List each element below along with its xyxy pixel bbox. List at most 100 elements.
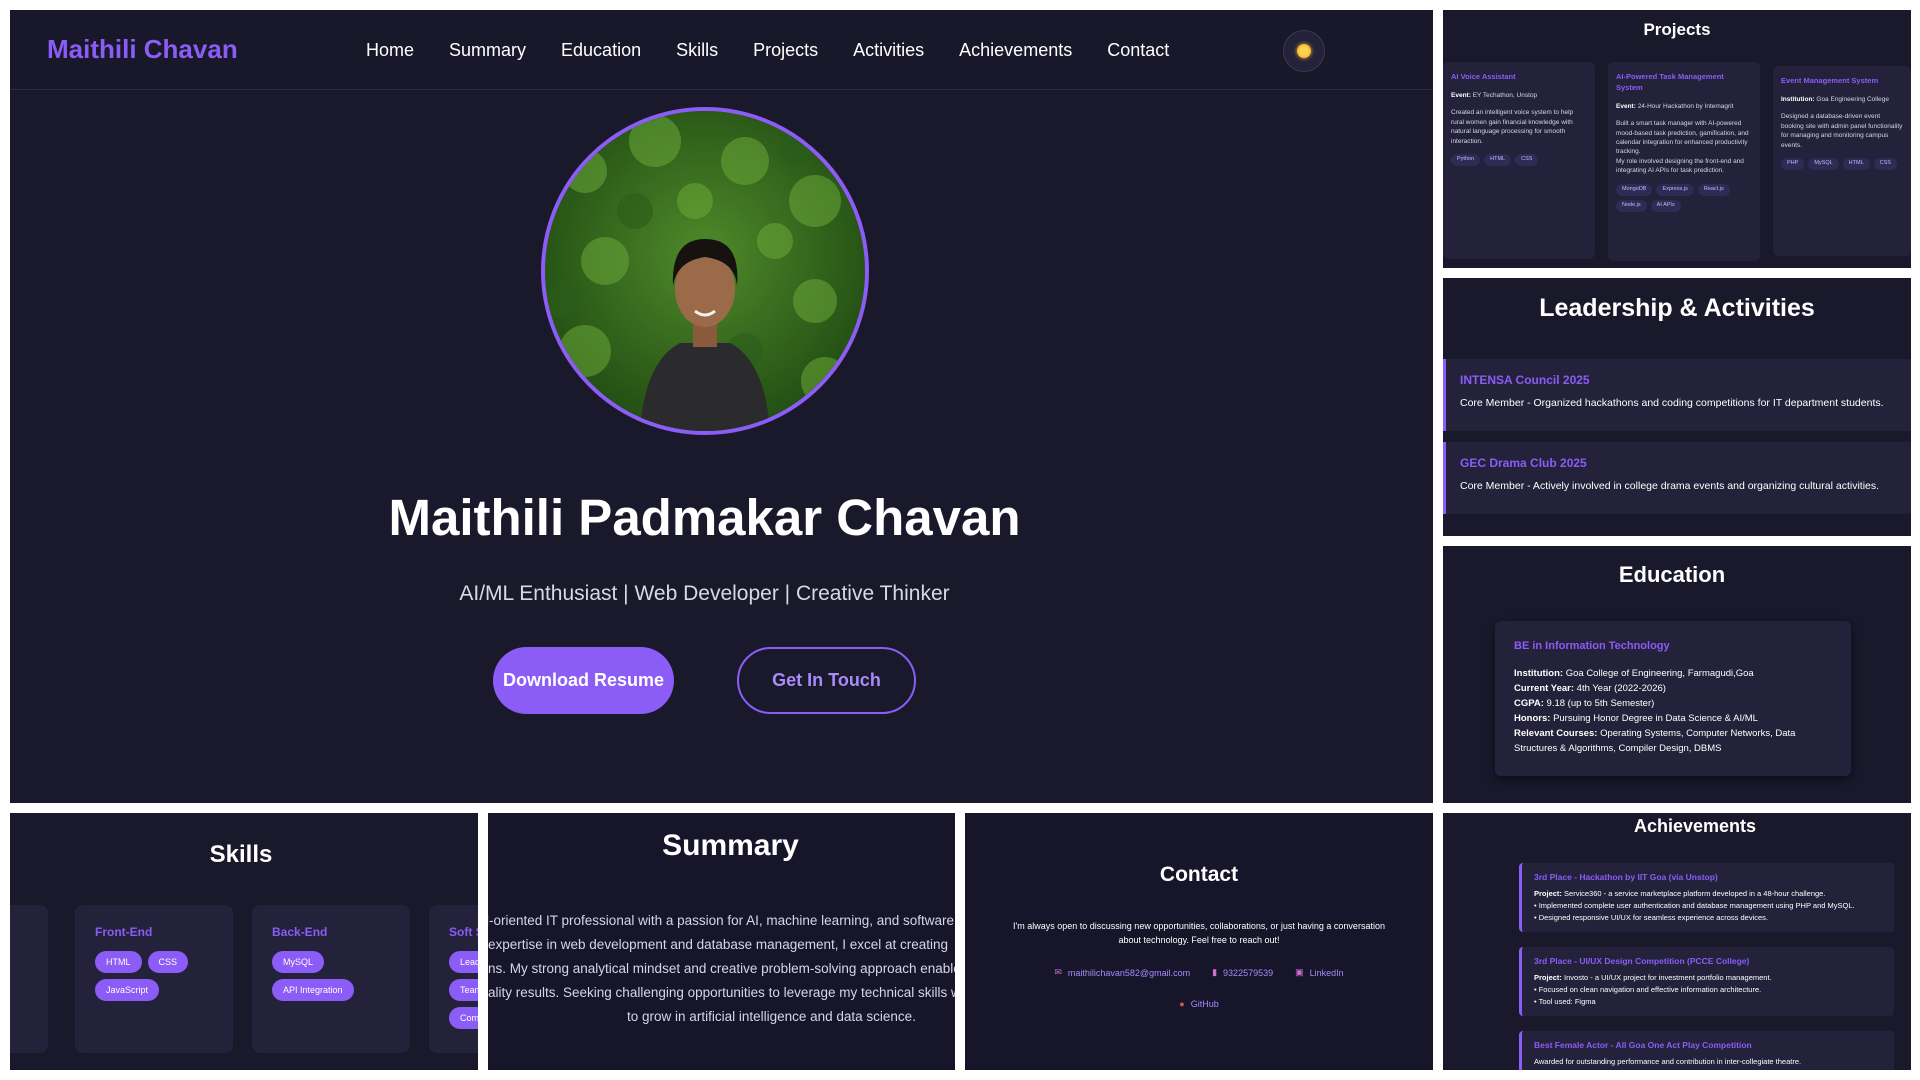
project-title: AI Voice Assistant [1451,72,1516,81]
skill-tags: MySQL API Integration [272,951,390,1001]
project-tags: Python HTML CSS [1451,153,1587,166]
achievements-title: Achievements [1633,816,1757,836]
education-row: Relevant Courses: Operating Systems, Com… [1514,728,1796,754]
achievement-title: Best Female Actor - All Goa One Act Play… [1534,1040,1752,1050]
education-row: Institution: Goa College of Engineering,… [1514,668,1754,679]
project-title: AI-Powered Task Management System [1616,72,1724,92]
education-row: CGPA: 9.18 (up to 5th Semester) [1514,698,1655,709]
leadership-panel: Leadership & Activities INTENSA Council … [1443,278,1911,536]
download-resume-button[interactable]: Download Resume [493,647,674,714]
skill-tag: Comm [449,1007,478,1029]
skill-tags: HTML CSS JavaScript [95,951,213,1001]
navbar: Maithili Chavan Home Summary Education S… [10,10,1433,90]
summary-panel: Summary l-oriented IT professional with … [488,813,955,1070]
achievements-panel: Achievements 3rd Place - Hackathon by II… [1443,813,1911,1070]
achievement-title: 3rd Place - UI/UX Design Competition (PC… [1534,956,1750,966]
skill-tag: HTML [95,951,142,973]
activity-card: INTENSA Council 2025 Core Member - Organ… [1443,359,1911,431]
degree-title: BE in Information Technology [1514,640,1670,652]
tag: Python [1451,153,1481,166]
nav-skills[interactable]: Skills [676,40,718,61]
project-desc: Created an intelligent voice system to h… [1451,109,1574,145]
education-row: Current Year: 4th Year (2022-2026) [1514,683,1666,694]
achievement-title: 3rd Place - Hackathon by IIT Goa (via Un… [1534,872,1718,882]
education-panel: Education BE in Information Technology I… [1443,546,1911,803]
activity-desc: Core Member - Actively involved in colle… [1460,480,1880,492]
achievement-desc: Awarded for outstanding performance and … [1534,1057,1802,1066]
skill-card-title: Soft S [449,925,478,939]
activity-title: INTENSA Council 2025 [1460,373,1590,387]
profile-photo [541,107,869,435]
nav-projects[interactable]: Projects [753,40,818,61]
tag: CSS [1873,157,1897,170]
project-event: Institution: Goa Engineering College [1781,95,1890,103]
activity-desc: Core Member - Organized hackathons and c… [1460,397,1884,409]
project-card[interactable]: Event Management System Institution: Goa… [1773,66,1911,256]
achievement-bullets: Implemented complete user authentication… [1534,900,1882,924]
nav-summary[interactable]: Summary [449,40,526,61]
nav-activities[interactable]: Activities [853,40,924,61]
nav-education[interactable]: Education [561,40,641,61]
email-link[interactable]: ✉ maithilichavan582@gmail.com [1054,967,1190,978]
achievement-card: 3rd Place - Hackathon by IIT Goa (via Un… [1519,863,1894,932]
education-row: Honors: Pursuing Honor Degree in Data Sc… [1514,713,1758,724]
skill-tag: Lead [449,951,478,973]
tag: MongoDB [1616,183,1653,196]
skill-card: Soft S Lead Team Comm [429,905,478,1053]
phone-link[interactable]: ▮ 9322579539 [1212,967,1273,978]
projects-panel: Projects AI Voice Assistant Event: EY Te… [1443,10,1911,268]
skill-tags: Lead Team Comm [449,951,478,1029]
hero-name: Maithili Padmakar Chavan [388,489,1021,546]
mail-icon: ✉ [1054,967,1062,977]
skill-tag: MySQL [272,951,325,973]
project-tags: MongoDB Express.js React.js Node.js AI A… [1616,183,1752,212]
tag: CSS [1515,153,1539,166]
phone-icon: ▮ [1212,967,1218,977]
project-title: Event Management System [1781,76,1879,85]
project-tags: PHP MySQL HTML CSS [1781,157,1903,170]
sun-icon [1297,44,1311,58]
nav-contact[interactable]: Contact [1107,40,1169,61]
skill-card [10,905,48,1053]
project-desc: Designed a database-driven event booking… [1781,113,1903,149]
achievement-project: Project: Invosto - a UI/UX project for i… [1534,973,1772,982]
projects-title: Projects [1643,20,1711,39]
project-card[interactable]: AI-Powered Task Management System Event:… [1608,62,1760,261]
project-event: Event: 24-Hour Hackathon by Intemagrit [1616,102,1734,110]
linkedin-link[interactable]: ▣ LinkedIn [1295,967,1344,978]
nav-home[interactable]: Home [366,40,414,61]
tag: React.js [1697,183,1730,196]
summary-title: Summary [662,829,799,862]
achievement-card: 3rd Place - UI/UX Design Competition (PC… [1519,947,1894,1016]
skill-tag: Team [449,979,478,1001]
briefcase-icon: ▣ [1295,967,1304,977]
tag: HTML [1484,153,1512,166]
tag: AI APIs [1650,199,1681,212]
tag: MySQL [1808,157,1839,170]
skill-card-title: Front-End [95,925,153,939]
bullet: Focused on clean navigation and effectiv… [1534,984,1882,996]
achievement-card: Best Female Actor - All Goa One Act Play… [1519,1031,1894,1070]
contact-panel: Contact I'm always open to discussing ne… [965,813,1433,1070]
project-event: Event: EY Techathon, Unstop [1451,91,1538,99]
skill-card: Back-End MySQL API Integration [252,905,410,1053]
activity-card: GEC Drama Club 2025 Core Member - Active… [1443,442,1911,514]
get-in-touch-button[interactable]: Get In Touch [737,647,916,714]
github-link[interactable]: ● GitHub [1179,999,1218,1009]
nav-achievements[interactable]: Achievements [959,40,1072,61]
project-card[interactable]: AI Voice Assistant Event: EY Techathon, … [1443,62,1595,259]
skill-tag: JavaScript [95,979,160,1001]
skill-card: Front-End HTML CSS JavaScript [75,905,233,1053]
tag: Express.js [1656,183,1694,196]
tag: PHP [1781,157,1805,170]
theme-toggle-button[interactable] [1283,30,1325,72]
achievement-project: Project: Service360 - a service marketpl… [1534,889,1826,898]
skills-title: Skills [209,841,273,868]
project-role: My role involved designing the front-end… [1616,157,1744,175]
summary-text: l-oriented IT professional with a passio… [488,913,955,1024]
contact-links: ✉ maithilichavan582@gmail.com ▮ 9322579539… [965,967,1433,978]
skill-tag: API Integration [272,979,354,1001]
hero-tagline: AI/ML Enthusiast | Web Developer | Creat… [459,582,950,605]
site-logo[interactable]: Maithili Chavan [47,34,238,65]
contact-title: Contact [1159,863,1239,886]
